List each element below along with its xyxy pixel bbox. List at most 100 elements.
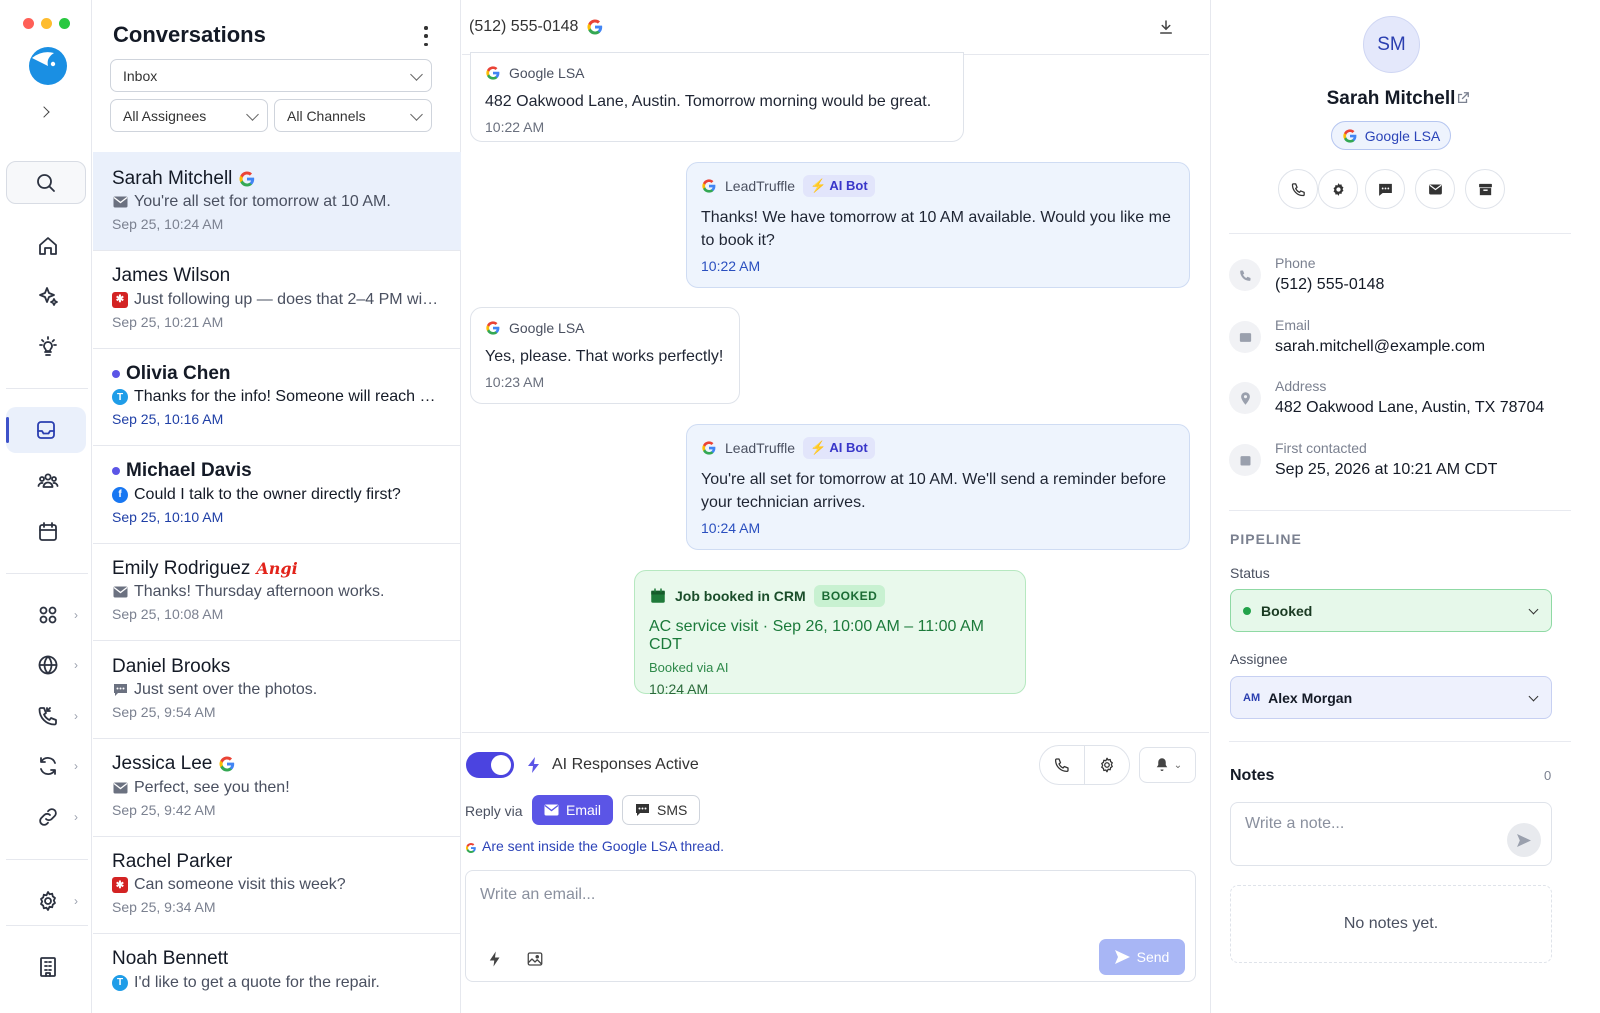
apps-button[interactable] (26, 595, 70, 635)
bolt-icon[interactable] (486, 950, 504, 968)
note-send-button[interactable] (1507, 823, 1541, 857)
maximize-window-button[interactable] (59, 18, 70, 29)
ai-button[interactable] (26, 276, 70, 316)
download-icon[interactable] (1157, 18, 1175, 36)
profile-settings-button[interactable] (1318, 169, 1358, 209)
profile-sms-button[interactable] (1365, 169, 1405, 209)
image-icon[interactable] (526, 950, 544, 968)
calls-button[interactable] (26, 696, 70, 736)
phone-label: Phone (1275, 255, 1316, 271)
conversation-row[interactable]: Daniel Brooks Just sent over the photos. S… (93, 640, 461, 739)
conversation-row[interactable]: Jessica Lee Perfect, see you then! Sep 25,… (93, 738, 461, 837)
conversation-time: Sep 25, 9:34 AM (112, 899, 216, 916)
chevron-right-icon: › (74, 608, 78, 622)
conversation-row[interactable]: Michael Davis f Could I talk to the owner … (93, 445, 461, 544)
crm-booking-card[interactable]: Job booked in CRM BOOKED AC service visi… (634, 570, 1026, 697)
message-bubble-ai: LeadTruffle ⚡ AI Bot You're all set for t… (686, 424, 1190, 550)
conversation-row[interactable]: Olivia Chen T Thanks for the info! Someone… (93, 347, 461, 447)
external-link-icon[interactable] (1456, 91, 1470, 105)
composer-tools (486, 950, 544, 968)
conversation-time: Sep 25, 9:42 AM (112, 801, 216, 818)
email-value[interactable]: sarah.mitchell@example.com (1275, 338, 1485, 356)
message-preview: ✱ Can someone visit this week? (112, 876, 441, 894)
phone-info: Phone (512) 555-0148 (1229, 255, 1589, 313)
chat-panel: (512) 555-0148 Google LSA 482 Oakwood La… (462, 0, 1209, 1013)
notes-count: 0 (1544, 768, 1552, 783)
message-text: You're all set for tomorrow at 10 AM. We… (701, 471, 1166, 511)
minimize-window-button[interactable] (41, 18, 52, 29)
mail-icon (544, 804, 559, 816)
status-select[interactable]: Booked (1230, 589, 1552, 632)
conversation-row[interactable]: Sarah Mitchell You're all set for tomorro… (93, 152, 461, 251)
contacts-button[interactable] (26, 461, 70, 501)
profile-archive-button[interactable] (1465, 169, 1505, 209)
call-button[interactable] (1039, 745, 1085, 785)
lightbulb-icon (39, 336, 57, 356)
crm-service: AC service visit · Sep 26, 10:00 AM – 11… (649, 618, 984, 653)
status-value: Booked (1261, 602, 1313, 619)
reply-via-label: Reply via (465, 803, 523, 819)
contacts-icon (37, 473, 59, 488)
search-button[interactable] (6, 161, 86, 204)
ai-bot-badge: ⚡ AI Bot (803, 437, 875, 459)
ai-responses-toggle[interactable] (466, 752, 514, 778)
note-input[interactable]: Write a note... (1230, 802, 1552, 866)
yelp-icon: ✱ (112, 877, 128, 894)
address-label: Address (1275, 378, 1327, 394)
web-button[interactable] (26, 645, 70, 685)
calendar-button[interactable] (26, 512, 70, 552)
inbox-button[interactable] (6, 407, 86, 453)
mail-icon (1229, 321, 1261, 353)
email-input[interactable]: Write an email... Send (465, 870, 1196, 982)
link-icon (39, 808, 57, 826)
divider (1229, 233, 1571, 234)
insights-button[interactable] (26, 327, 70, 367)
send-icon (1517, 833, 1531, 847)
profile-call-button[interactable] (1278, 169, 1318, 209)
logo-icon (29, 47, 67, 85)
phone-icon (1054, 758, 1069, 773)
integrations-button[interactable] (26, 797, 70, 837)
phone-value[interactable]: (512) 555-0148 (1275, 276, 1384, 294)
home-button[interactable] (26, 226, 70, 266)
message-text: Yes, please. That works perfectly! (485, 348, 724, 365)
close-window-button[interactable] (23, 18, 34, 29)
conversation-row[interactable]: Noah Bennett T I'd like to get a quote for… (93, 933, 461, 1013)
more-options-icon[interactable] (421, 26, 431, 46)
message-bubble-inbound: Google LSA Yes, please. That works perfe… (470, 307, 740, 404)
settings-button[interactable] (26, 881, 70, 921)
crm-title: Job booked in CRM (675, 588, 806, 604)
notifications-button[interactable]: ⌄ (1139, 747, 1196, 783)
calendar-icon (39, 522, 57, 541)
empty-notes: No notes yet. (1230, 885, 1552, 963)
message-bubble-ai: LeadTruffle ⚡ AI Bot Thanks! We have tomo… (686, 162, 1190, 288)
inbox-filter-select[interactable]: Inbox (110, 59, 432, 92)
email-channel-button[interactable]: Email (532, 795, 614, 825)
bell-icon (1156, 758, 1168, 771)
rail-divider (6, 925, 88, 926)
channel-filter-select[interactable]: All Channels (274, 99, 432, 132)
email-label: Email (1275, 317, 1311, 333)
chat-settings-button[interactable] (1084, 745, 1130, 785)
conversation-row[interactable]: James Wilson ✱ Just following up — does th… (93, 250, 461, 349)
message-source: Google LSA (485, 65, 949, 81)
chevron-down-icon (1528, 604, 1539, 615)
assignee-select[interactable]: AM Alex Morgan (1230, 676, 1552, 719)
conversation-row[interactable]: Emily Rodriguez Angi Thanks! Thursday afte… (93, 542, 461, 642)
conversation-row[interactable]: Rachel Parker ✱ Can someone visit this wee… (93, 835, 461, 935)
contact-name: James Wilson (112, 265, 231, 287)
assignee-filter-select[interactable]: All Assignees (110, 99, 268, 132)
google-icon (485, 320, 501, 336)
automations-button[interactable] (26, 746, 70, 786)
ai-responses-status: AI Responses Active (526, 756, 699, 774)
google-icon (465, 840, 477, 853)
gear-icon (1333, 182, 1343, 196)
profile-email-button[interactable] (1415, 169, 1455, 209)
message-source: Google LSA (485, 320, 725, 336)
send-button[interactable]: Send (1099, 939, 1185, 975)
company-button[interactable] (26, 947, 70, 987)
assignee-avatar: AM (1243, 691, 1261, 704)
expand-rail-icon[interactable] (38, 106, 50, 118)
sms-channel-button[interactable]: SMS (622, 795, 701, 825)
conversation-time: Sep 25, 10:24 AM (112, 216, 224, 232)
